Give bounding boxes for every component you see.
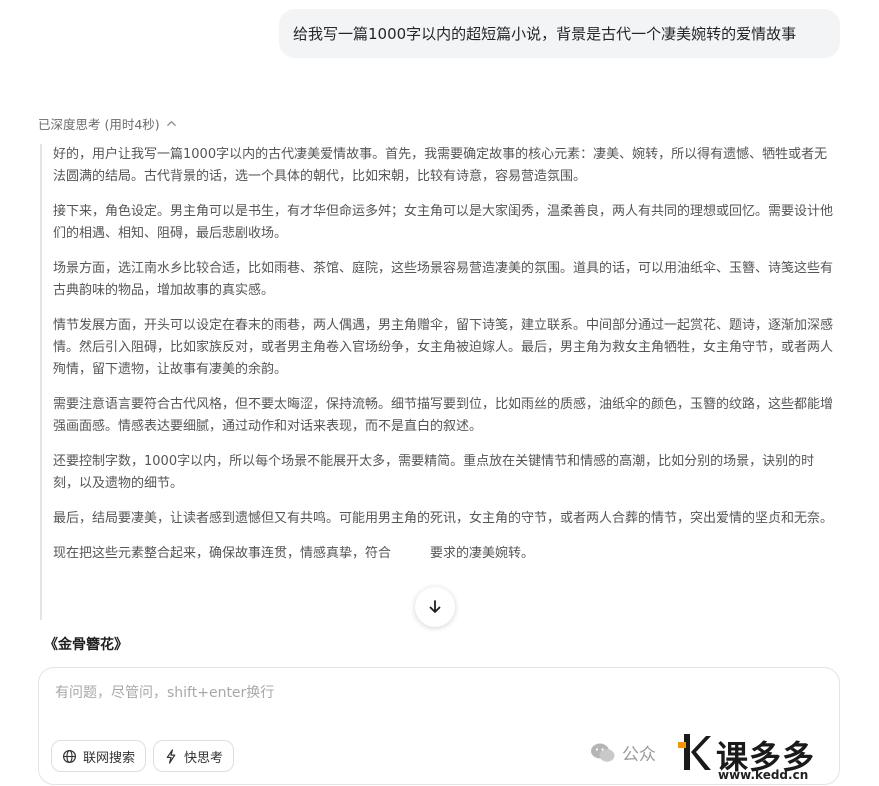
chat-page: 给我写一篇1000字以内的超短篇小说，背景是古代一个凄美婉转的爱情故事 已深度思…	[0, 0, 879, 786]
user-message-bubble: 给我写一篇1000字以内的超短篇小说，背景是古代一个凄美婉转的爱情故事	[279, 9, 840, 58]
thinking-toggle[interactable]: 已深度思考 (用时4秒)	[38, 114, 177, 133]
web-search-label: 联网搜索	[83, 750, 136, 766]
thinking-paragraph: 最后，结局要凄美，让读者感到遗憾但又有共鸣。可能用男主角的死讯，女主角的守节，或…	[53, 511, 834, 526]
scroll-to-bottom-button[interactable]	[415, 587, 455, 627]
thinking-paragraph: 好的，用户让我写一篇1000字以内的古代凄美爱情故事。首先，我需要确定故事的核心…	[53, 147, 828, 184]
story-title: 《金骨簪花》	[44, 637, 128, 653]
thinking-content: 好的，用户让我写一篇1000字以内的古代凄美爱情故事。首先，我需要确定故事的核心…	[40, 144, 840, 620]
k-logo-icon	[678, 734, 711, 770]
thinking-paragraph: 需要注意语言要符合古代风格，但不要太晦涩，保持流畅。细节描写要到位，比如雨丝的质…	[53, 397, 834, 434]
thinking-paragraph: 情节发展方面，开头可以设定在春末的雨巷，两人偶遇，男主角赠伞，留下诗笺，建立联系…	[53, 318, 834, 377]
arrow-down-icon	[429, 600, 441, 613]
kedd-logo: 课多多 www.kedd.cn	[678, 728, 879, 786]
chevron-up-icon	[166, 121, 176, 126]
thinking-header-label: 已深度思考 (用时4秒)	[38, 117, 160, 132]
composer-input[interactable]: 有问题，尽管问，shift+enter换行	[55, 682, 274, 702]
thinking-paragraph: 场景方面，选江南水乡比较合适，比如雨巷、茶馆、庭院，这些场景容易营造凄美的氛围。…	[53, 261, 834, 298]
fast-think-button[interactable]: 快思考	[153, 740, 235, 772]
wechat-label: 公众	[622, 745, 656, 765]
lightning-icon	[166, 748, 176, 764]
watermark: 公众 课多多 www.kedd.cn	[590, 728, 879, 786]
user-message-text: 给我写一篇1000字以内的超短篇小说，背景是古代一个凄美婉转的爱情故事	[293, 25, 797, 43]
web-search-button[interactable]: 联网搜索	[51, 740, 147, 772]
thinking-paragraph: 接下来，角色设定。男主角可以是书生，有才华但命运多舛；女主角可以是大家闺秀，温柔…	[53, 204, 834, 241]
globe-icon	[62, 749, 77, 763]
wechat-watermark: 公众	[590, 740, 656, 765]
thinking-paragraph: 现在把这些元素整合起来，确保故事连贯，情感真挚，符合 要求的凄美婉转。	[53, 546, 535, 561]
thinking-paragraph: 还要控制字数，1000字以内，所以每个场景不能展开太多，需要精简。重点放在关键情…	[53, 454, 815, 491]
wechat-icon	[591, 743, 615, 762]
brand-url: www.kedd.cn	[718, 768, 809, 782]
fast-think-label: 快思考	[184, 750, 224, 766]
